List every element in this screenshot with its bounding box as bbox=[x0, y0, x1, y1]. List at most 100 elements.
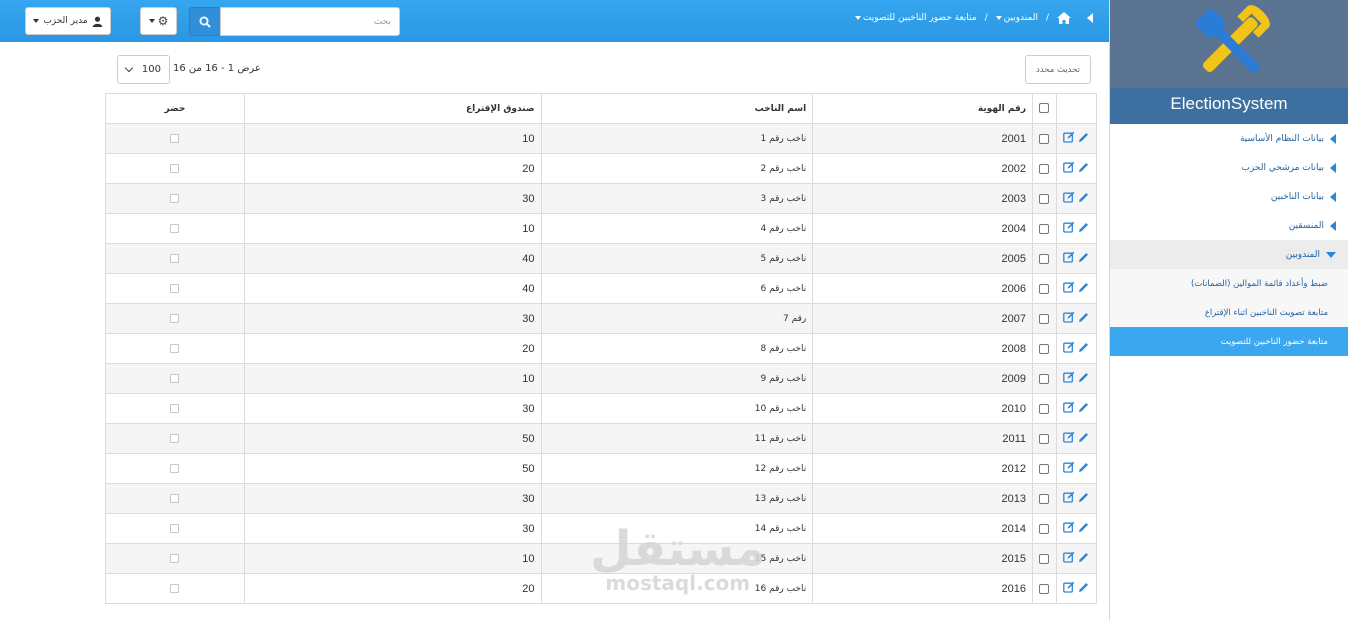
sidebar-item-voters[interactable]: بيانات الناخبين bbox=[1110, 182, 1348, 211]
row-checkbox[interactable] bbox=[1039, 313, 1050, 324]
edit-note-icon[interactable] bbox=[1063, 581, 1075, 593]
cell-present bbox=[105, 393, 245, 424]
present-checkbox[interactable] bbox=[170, 374, 180, 384]
cell-select bbox=[1032, 273, 1057, 304]
present-checkbox[interactable] bbox=[170, 344, 180, 354]
row-checkbox[interactable] bbox=[1039, 253, 1050, 264]
sidebar-item-coordinators[interactable]: المنسقين bbox=[1110, 211, 1348, 240]
row-checkbox[interactable] bbox=[1039, 343, 1050, 354]
edit-note-icon[interactable] bbox=[1063, 551, 1075, 563]
present-checkbox[interactable] bbox=[170, 134, 180, 144]
row-checkbox[interactable] bbox=[1039, 493, 1050, 504]
present-checkbox[interactable] bbox=[170, 164, 180, 174]
present-checkbox[interactable] bbox=[170, 314, 180, 324]
pencil-icon[interactable] bbox=[1078, 492, 1089, 503]
cell-voter-name: ناخب رقم 12 bbox=[540, 453, 814, 484]
pencil-icon[interactable] bbox=[1078, 522, 1089, 533]
pencil-icon[interactable] bbox=[1078, 192, 1089, 203]
pencil-icon[interactable] bbox=[1078, 432, 1089, 443]
present-checkbox[interactable] bbox=[170, 524, 180, 534]
page-size-select[interactable]: 100 bbox=[117, 55, 170, 84]
edit-note-icon[interactable] bbox=[1063, 401, 1075, 413]
row-checkbox[interactable] bbox=[1039, 433, 1050, 444]
edit-note-icon[interactable] bbox=[1063, 161, 1075, 173]
header-voter-name[interactable]: اسم الناخب bbox=[540, 93, 814, 124]
chevron-down-icon bbox=[124, 63, 134, 73]
row-checkbox[interactable] bbox=[1039, 523, 1050, 534]
settings-button[interactable]: ⚙ bbox=[140, 7, 177, 35]
sidebar-subitem-attendance-tracking[interactable]: متابعة حضور الناخبين للتصويت bbox=[1110, 327, 1348, 356]
edit-note-icon[interactable] bbox=[1063, 431, 1075, 443]
present-checkbox[interactable] bbox=[170, 464, 180, 474]
edit-note-icon[interactable] bbox=[1063, 251, 1075, 263]
row-checkbox[interactable] bbox=[1039, 373, 1050, 384]
edit-note-icon[interactable] bbox=[1063, 341, 1075, 353]
edit-note-icon[interactable] bbox=[1063, 191, 1075, 203]
row-checkbox[interactable] bbox=[1039, 133, 1050, 144]
present-checkbox[interactable] bbox=[170, 434, 180, 444]
pencil-icon[interactable] bbox=[1078, 162, 1089, 173]
row-checkbox[interactable] bbox=[1039, 553, 1050, 564]
pencil-icon[interactable] bbox=[1078, 252, 1089, 263]
present-checkbox[interactable] bbox=[170, 194, 180, 204]
breadcrumb-level1[interactable]: المندوبين bbox=[995, 13, 1038, 23]
edit-note-icon[interactable] bbox=[1063, 521, 1075, 533]
edit-note-icon[interactable] bbox=[1063, 131, 1075, 143]
present-checkbox[interactable] bbox=[170, 494, 180, 504]
pencil-icon[interactable] bbox=[1078, 402, 1089, 413]
home-icon[interactable] bbox=[1057, 12, 1071, 24]
cell-ballot-box: 40 bbox=[243, 273, 542, 304]
edit-note-icon[interactable] bbox=[1063, 371, 1075, 383]
cell-present bbox=[105, 363, 245, 394]
pencil-icon[interactable] bbox=[1078, 342, 1089, 353]
edit-note-icon[interactable] bbox=[1063, 461, 1075, 473]
present-checkbox[interactable] bbox=[170, 254, 180, 264]
select-all-checkbox[interactable] bbox=[1039, 103, 1050, 114]
pencil-icon[interactable] bbox=[1078, 372, 1089, 383]
pencil-icon[interactable] bbox=[1078, 552, 1089, 563]
refresh-selected-button[interactable]: تحديث محدد bbox=[1025, 55, 1091, 84]
cell-select bbox=[1032, 153, 1057, 184]
sidebar-item-system-data[interactable]: بيانات النظام الأساسية bbox=[1110, 124, 1348, 153]
pencil-icon[interactable] bbox=[1078, 132, 1089, 143]
present-checkbox[interactable] bbox=[170, 404, 180, 414]
edit-note-icon[interactable] bbox=[1063, 491, 1075, 503]
header-present[interactable]: حضر bbox=[105, 93, 245, 124]
cell-actions bbox=[1055, 153, 1098, 184]
table-row: 30 ناخب رقم 10 2010 bbox=[105, 393, 1098, 424]
present-checkbox[interactable] bbox=[170, 224, 180, 234]
row-checkbox[interactable] bbox=[1039, 163, 1050, 174]
pencil-icon[interactable] bbox=[1078, 462, 1089, 473]
user-menu-button[interactable]: مدير الحزب bbox=[25, 7, 111, 35]
row-checkbox[interactable] bbox=[1039, 223, 1050, 234]
present-checkbox[interactable] bbox=[170, 554, 180, 564]
sidebar-item-party-candidates[interactable]: بيانات مرشحي الحزب bbox=[1110, 153, 1348, 182]
row-checkbox[interactable] bbox=[1039, 463, 1050, 474]
pencil-icon[interactable] bbox=[1078, 312, 1089, 323]
header-select-all bbox=[1032, 93, 1057, 124]
cell-id-number: 2003 bbox=[812, 183, 1033, 214]
edit-note-icon[interactable] bbox=[1063, 311, 1075, 323]
edit-note-icon[interactable] bbox=[1063, 221, 1075, 233]
pencil-icon[interactable] bbox=[1078, 582, 1089, 593]
pencil-icon[interactable] bbox=[1078, 222, 1089, 233]
sidebar-subitem-voting-tracking[interactable]: متابعة تصويت الناخبين اثناء الإقتراع bbox=[1110, 298, 1348, 327]
present-checkbox[interactable] bbox=[170, 284, 180, 294]
row-checkbox[interactable] bbox=[1039, 193, 1050, 204]
row-checkbox[interactable] bbox=[1039, 283, 1050, 294]
breadcrumb-current[interactable]: متابعة حضور الناخبين للتصويت bbox=[854, 13, 977, 23]
header-id-number[interactable]: رقم الهوية bbox=[812, 93, 1033, 124]
edit-note-icon[interactable] bbox=[1063, 281, 1075, 293]
cell-actions bbox=[1055, 423, 1098, 454]
pencil-icon[interactable] bbox=[1078, 282, 1089, 293]
header-ballot-box[interactable]: صندوق الإقتراع bbox=[243, 93, 542, 124]
sidebar-item-delegates[interactable]: المندوبين bbox=[1110, 240, 1348, 269]
caret-left-icon bbox=[1330, 191, 1336, 202]
row-checkbox[interactable] bbox=[1039, 403, 1050, 414]
search-button[interactable] bbox=[189, 7, 221, 36]
present-checkbox[interactable] bbox=[170, 584, 180, 594]
sidebar-toggle-icon[interactable] bbox=[1087, 13, 1093, 23]
search-input[interactable] bbox=[220, 7, 400, 36]
row-checkbox[interactable] bbox=[1039, 583, 1050, 594]
sidebar-subitem-loyalists[interactable]: ضبط وأعداد قائمة الموالين (الضمانات) bbox=[1110, 269, 1348, 298]
